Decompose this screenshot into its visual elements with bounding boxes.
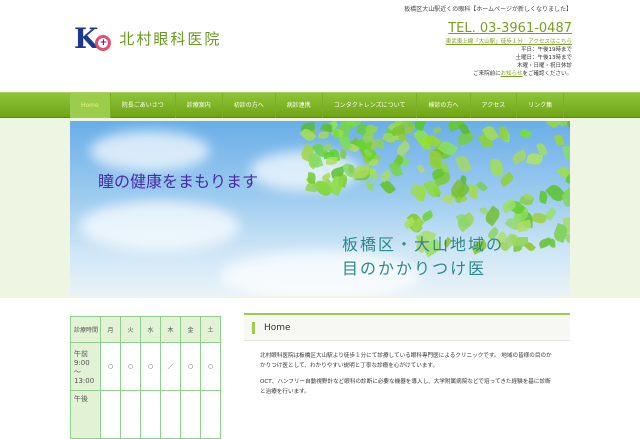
- hours-table: 診療時間 月 火 水 木 金 土 午前 9:00 〜 13:00 ○ ○ ○ ／…: [70, 316, 221, 439]
- leaf: [516, 219, 532, 233]
- afternoon-label: 午後: [70, 390, 101, 439]
- hero-area-text: 板橋区・大山地域の 目のかかりつけ医: [342, 233, 504, 281]
- leaf: [554, 133, 565, 146]
- nav-first-visit[interactable]: 初診の方へ: [223, 93, 276, 118]
- hours-header-label: 診療時間: [70, 316, 101, 343]
- logo[interactable]: K + 北村眼科医院: [74, 22, 221, 55]
- hero-slogan: 瞳の健康をまもります: [98, 172, 259, 191]
- hours-cell: [100, 390, 121, 439]
- hero-area-line2: 目のかかりつけ医: [342, 259, 487, 278]
- hero-banner: 瞳の健康をまもります 板橋区・大山地域の 目のかかりつけ医: [70, 121, 570, 296]
- notice-pre: ご来院前に: [473, 71, 501, 77]
- hours-cell: [200, 390, 221, 439]
- morning-label: 午前 9:00 〜 13:00: [70, 342, 101, 391]
- clinic-name: 北村眼科医院: [119, 30, 222, 48]
- heading-accent: [252, 321, 255, 334]
- section-heading: Home: [244, 313, 570, 341]
- nav-greeting[interactable]: 院長ごあいさつ: [111, 93, 176, 118]
- day-thu: 木: [160, 316, 181, 343]
- day-tue: 火: [120, 316, 141, 343]
- leaf: [429, 151, 443, 170]
- leaf: [549, 239, 557, 249]
- leaf: [379, 178, 396, 196]
- closed-days: 木曜・日曜・祝日休診: [516, 63, 572, 69]
- leaf: [331, 129, 340, 140]
- leaf: [455, 153, 473, 174]
- leaf: [307, 172, 317, 184]
- access-link[interactable]: 東武東上線「大山駅」徒歩１分 アクセスはこちら: [446, 39, 572, 45]
- nav-home[interactable]: Home: [70, 93, 111, 118]
- header-info: 東武東上線「大山駅」徒歩１分 アクセスはこちら 平日：午後19時まで 土曜日：午…: [446, 38, 572, 78]
- hours-cell: ○: [200, 342, 221, 391]
- nav-services[interactable]: 診療案内: [176, 93, 223, 118]
- main-nav: Home 院長ごあいさつ 診療案内 初診の方へ 病診連携 コンタクトレンズについ…: [0, 92, 640, 118]
- nav-links[interactable]: リンク集: [517, 93, 565, 118]
- hours-cell: [140, 390, 161, 439]
- hours-row-morning: 午前 9:00 〜 13:00 ○ ○ ○ ／ ○ ○: [70, 342, 221, 391]
- leaf: [441, 162, 449, 173]
- notice-text: ご来院前にお知らせをご確認ください。: [446, 70, 572, 78]
- hours-cell: ○: [180, 342, 201, 391]
- hours-cell: ○: [140, 342, 161, 391]
- nav-contact-lens[interactable]: コンタクトレンズについて: [323, 93, 418, 118]
- nav-cooperation[interactable]: 病診連携: [276, 93, 323, 118]
- leaf: [510, 149, 529, 166]
- logo-mark: K: [74, 22, 98, 55]
- phone-link[interactable]: TEL. 03-3961-0487: [448, 21, 572, 36]
- notice-post: をご確認ください。: [522, 71, 572, 77]
- hero-area-line1: 板橋区・大山地域の: [342, 235, 505, 254]
- leaf: [490, 158, 503, 176]
- leaf: [365, 180, 375, 192]
- hours-header-row: 診療時間 月 火 水 木 金 土: [70, 316, 221, 343]
- nav-access[interactable]: アクセス: [471, 93, 518, 118]
- leaf: [519, 128, 533, 141]
- hours-cell: [160, 390, 181, 439]
- leaf: [406, 121, 414, 129]
- tagline: 板橋区大山駅近くの眼科【ホームページが新しくなりました】: [404, 6, 572, 13]
- hours-saturday: 土曜日：午後13時まで: [515, 55, 573, 61]
- equipment-paragraph: OCT、ハンフリー自動視野計など眼科の診断に必要な機器を導入し、大学附属病院など…: [260, 379, 551, 395]
- hours-cell: ○: [120, 342, 141, 391]
- day-fri: 金: [180, 316, 201, 343]
- hours-cell: [120, 390, 141, 439]
- leaf: [319, 131, 329, 139]
- nav-checkup[interactable]: 検診の方へ: [417, 93, 471, 118]
- leaf: [562, 145, 570, 162]
- hours-cell: ／: [160, 342, 181, 391]
- day-mon: 月: [100, 316, 121, 343]
- leaf: [562, 193, 570, 208]
- main-content: Home 北村眼科医院は板橋区大山駅より徒歩１分にて診療している眼科専門医による…: [244, 313, 570, 403]
- hours-cell: [180, 390, 201, 439]
- intro-paragraph: 北村眼科医院は板橋区大山駅より徒歩１分にて診療している眼科専門医によるクリニック…: [260, 353, 552, 369]
- day-wed: 水: [140, 316, 161, 343]
- leaf: [416, 164, 425, 175]
- section-title: Home: [264, 322, 291, 333]
- leaf: [432, 127, 441, 135]
- hours-weekday: 平日：午後19時まで: [521, 47, 572, 53]
- leaf: [498, 127, 508, 141]
- notice-link[interactable]: お知らせ: [501, 71, 523, 77]
- day-sat: 土: [200, 316, 221, 343]
- hours-row-afternoon: 午後: [70, 390, 221, 439]
- site-header: K + 北村眼科医院 板橋区大山駅近くの眼科【ホームページが新しくなりました】 …: [0, 0, 640, 92]
- logo-eye-icon: +: [95, 34, 112, 51]
- leaf: [412, 121, 428, 131]
- hours-cell: ○: [100, 342, 121, 391]
